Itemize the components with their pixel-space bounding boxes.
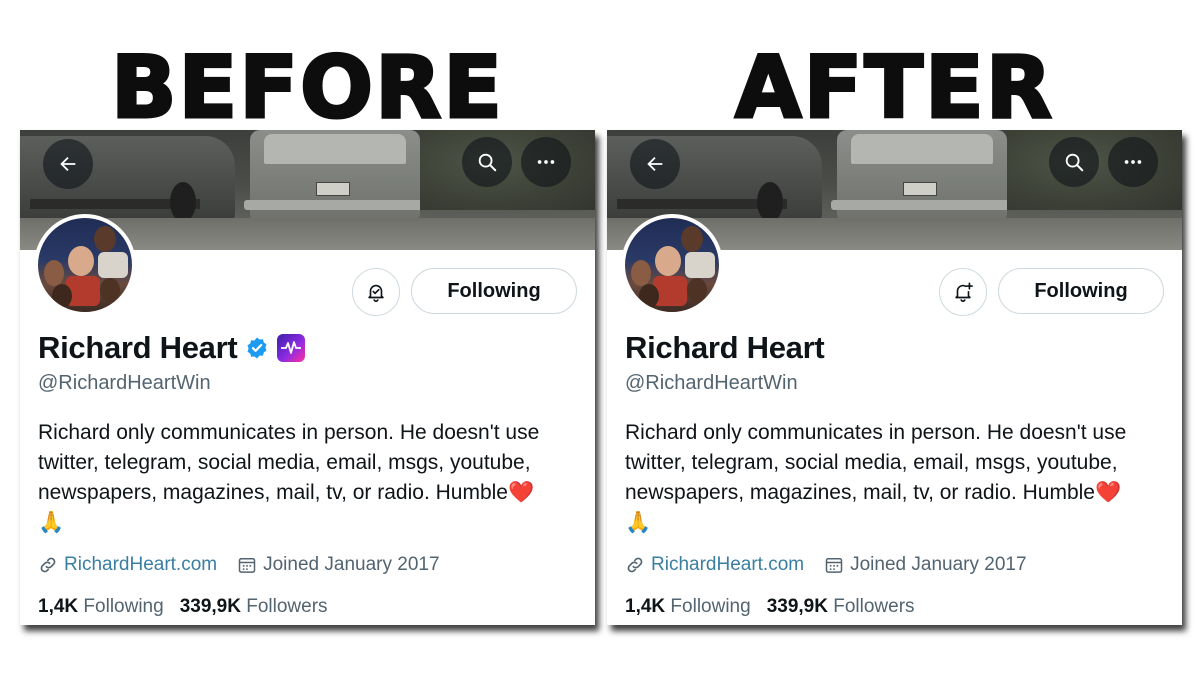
more-options-button[interactable] [521,137,571,187]
bell-plus-icon [955,282,973,302]
calendar-icon [238,558,256,573]
user-handle: @RichardHeartWin [625,372,798,394]
verified-badge-icon[interactable] [245,336,269,360]
bio-line: twitter, telegram, social media, email, … [625,451,1118,474]
before-heading: BEFORE [109,37,505,140]
followers-count: 339,9K [179,596,241,617]
user-handle: @RichardHeartWin [38,372,211,394]
more-dots-icon [1124,160,1142,164]
back-arrow-icon [60,156,76,172]
name-row: Richard Heart [38,328,306,368]
notifications-bell-button[interactable] [352,268,400,316]
followers-count: 339,9K [766,596,828,617]
back-arrow-icon [647,156,663,172]
bio-line: Richard only communicates in person. He … [625,421,1127,444]
bell-subscribed-icon [368,284,384,302]
affiliate-badge-icon[interactable] [277,334,306,362]
following-count: 1,4K [625,596,666,617]
following-button[interactable]: Following [998,268,1164,314]
display-name: Richard Heart [38,330,238,365]
website-link[interactable]: RichardHeart.com [651,554,804,576]
joined-date: Joined January 2017 [263,554,440,575]
after-profile-card: Following Richard Heart @RichardHeartWin… [607,130,1182,625]
website-link[interactable]: RichardHeart.com [64,554,217,576]
following-button[interactable]: Following [411,268,577,314]
following-label: Following [670,596,751,617]
back-button[interactable] [630,139,680,189]
bio-line: 🙏 [625,511,652,534]
search-button[interactable] [1049,137,1099,187]
avatar[interactable] [621,214,723,316]
bio-line: newspapers, magazines, mail, tv, or radi… [38,481,535,504]
bio-line: Richard only communicates in person. He … [38,421,540,444]
bio-line: twitter, telegram, social media, email, … [38,451,531,474]
before-profile-card: Following Richard Heart @RichardHeartWin… [20,130,595,625]
link-icon [40,557,56,573]
more-dots-icon [537,160,555,164]
more-options-button[interactable] [1108,137,1158,187]
name-row: Richard Heart [625,328,825,368]
bio-line: newspapers, magazines, mail, tv, or radi… [625,481,1122,504]
following-stat[interactable]: 1,4K Following [38,596,164,618]
following-count: 1,4K [38,596,79,617]
bio-line: 🙏 [38,511,65,534]
following-stat[interactable]: 1,4K Following [625,596,751,618]
profile-meta: RichardHeart.com Joined January 2017 [625,552,1027,578]
bio: Richard only communicates in person. He … [38,418,583,538]
bio: Richard only communicates in person. He … [625,418,1170,538]
calendar-icon [825,558,843,573]
notifications-bell-button[interactable] [939,268,987,316]
following-label: Following [83,596,164,617]
joined-date: Joined January 2017 [850,554,1027,575]
follow-stats: 1,4K Following 339,9K Followers [625,594,915,620]
followers-label: Followers [246,596,328,617]
display-name: Richard Heart [625,330,825,365]
after-heading: AFTER [734,37,1054,140]
followers-label: Followers [833,596,915,617]
search-icon [1065,153,1084,172]
profile-meta: RichardHeart.com Joined January 2017 [38,552,440,578]
link-icon [627,557,643,573]
followers-stat[interactable]: 339,9K Followers [767,596,915,618]
search-icon [478,153,497,172]
back-button[interactable] [43,139,93,189]
search-button[interactable] [462,137,512,187]
follow-stats: 1,4K Following 339,9K Followers [38,594,328,620]
avatar[interactable] [34,214,136,316]
followers-stat[interactable]: 339,9K Followers [180,596,328,618]
